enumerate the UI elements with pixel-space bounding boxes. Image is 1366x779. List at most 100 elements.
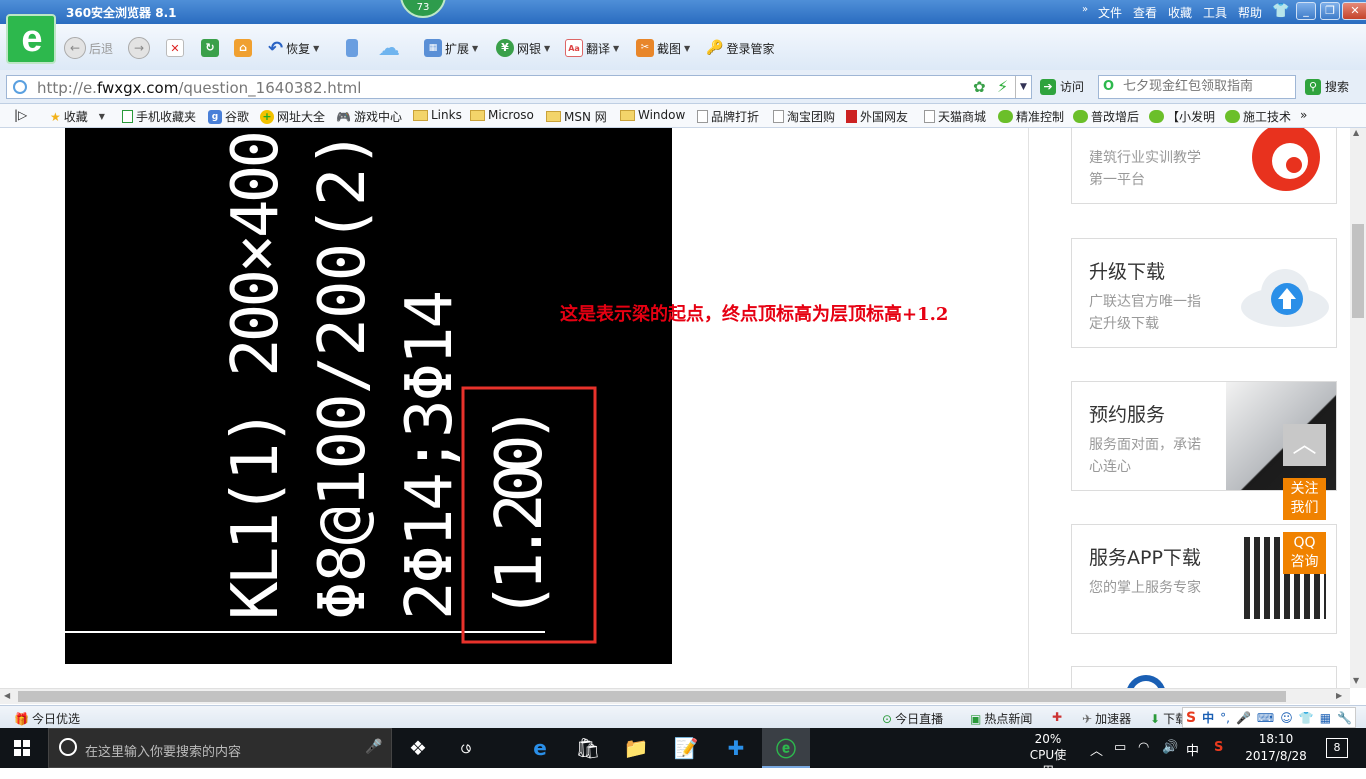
annotation-text: 这是表示梁的起点，终点顶标高为层顶标高+1.2 bbox=[560, 304, 949, 325]
translate-button[interactable]: Aa 翻译 ▼ bbox=[565, 38, 619, 58]
restore-button[interactable]: ↶ 恢复 ▼ bbox=[268, 38, 319, 59]
stop-button[interactable]: ✕ bbox=[166, 38, 184, 58]
double-chevron-icon[interactable]: » bbox=[1082, 4, 1088, 15]
search-button[interactable]: ⚲ 搜索 bbox=[1305, 78, 1349, 95]
clock[interactable]: 18:10 2017/8/28 bbox=[1240, 731, 1312, 765]
forward-button[interactable]: → bbox=[128, 37, 150, 59]
taskbar-search[interactable]: 在这里输入你要搜索的内容 🎤 bbox=[48, 728, 392, 768]
ime-toolbar[interactable]: S 中 °, 🎤 ⌨ ☺ 👕 ▦ 🔧 bbox=[1182, 707, 1356, 728]
battery-icon[interactable]: ▭ bbox=[1114, 740, 1126, 755]
search-input[interactable] bbox=[1123, 79, 1293, 94]
fav-item[interactable]: 普改增后 bbox=[1073, 108, 1139, 125]
score-badge[interactable]: 73 bbox=[400, 0, 446, 18]
hot-news[interactable]: ▣ 热点新闻 bbox=[970, 710, 1032, 727]
browser-taskbar-button[interactable]: ⓔ bbox=[762, 728, 810, 768]
fav-item[interactable]: Microso bbox=[470, 108, 534, 122]
address-bar[interactable]: http://e.fwxgx.com/question_1640382.html… bbox=[6, 75, 1032, 99]
app-button[interactable]: ✚ bbox=[712, 728, 760, 768]
vertical-scroll-thumb[interactable] bbox=[1352, 224, 1364, 318]
fav-item[interactable]: Links bbox=[413, 108, 462, 122]
menu-view[interactable]: 查看 bbox=[1133, 4, 1157, 21]
upgrade-download-card[interactable]: 升级下载 广联达官方唯一指定升级下载 bbox=[1071, 238, 1337, 348]
scroll-right-icon[interactable]: ▶ bbox=[1336, 691, 1342, 700]
accelerator[interactable]: ✈ 加速器 bbox=[1082, 710, 1131, 727]
lightning-icon[interactable]: ⚡ bbox=[997, 77, 1008, 96]
scroll-left-icon[interactable]: ◀ bbox=[4, 691, 10, 700]
microphone-icon[interactable]: 🎤 bbox=[365, 739, 382, 755]
fav-item[interactable]: + 网址大全 bbox=[260, 108, 325, 125]
qq-consult-button[interactable]: QQ咨询 bbox=[1283, 532, 1326, 574]
shirt-icon[interactable]: 👕 bbox=[1272, 3, 1289, 19]
fav-item[interactable]: 【小发明 bbox=[1149, 108, 1215, 125]
maximize-button[interactable]: ❐ bbox=[1320, 2, 1340, 20]
notifications-button[interactable]: 8 bbox=[1326, 738, 1348, 758]
today-picks[interactable]: 🎁 今日优选 bbox=[14, 710, 80, 727]
menu-favorites[interactable]: 收藏 bbox=[1168, 4, 1192, 21]
follow-us-button[interactable]: 关注我们 bbox=[1283, 478, 1326, 520]
chevron-up-icon[interactable]: ︿ bbox=[1090, 740, 1103, 759]
search-box[interactable]: O bbox=[1098, 75, 1296, 99]
fav-item[interactable]: 天猫商城 bbox=[924, 108, 986, 125]
fav-item[interactable]: 手机收藏夹 bbox=[122, 108, 196, 125]
cpu-meter[interactable]: 20% CPU使用 bbox=[1024, 731, 1072, 779]
key-icon: 🔑 bbox=[706, 40, 724, 56]
fav-item[interactable]: 外国网友 bbox=[846, 108, 908, 125]
phone-button[interactable] bbox=[346, 38, 358, 58]
sidebar-toggle-icon[interactable]: |▷ bbox=[14, 108, 27, 122]
start-button[interactable] bbox=[14, 740, 30, 756]
notes-button[interactable]: 📝 bbox=[662, 728, 710, 768]
login-manager-button[interactable]: 🔑 登录管家 bbox=[706, 38, 774, 58]
training-card[interactable]: 建筑行业实训教学第一平台 bbox=[1071, 128, 1337, 204]
fav-item[interactable]: g 谷歌 bbox=[208, 108, 249, 125]
go-button[interactable]: ➔ 访问 bbox=[1040, 78, 1084, 95]
ime-indicator[interactable]: 中 bbox=[1186, 740, 1199, 759]
app-icon[interactable]: ဖ bbox=[442, 728, 490, 768]
scroll-up-icon[interactable]: ▲ bbox=[1353, 128, 1359, 137]
medical-icon[interactable]: ✚ bbox=[1052, 710, 1062, 724]
back-button[interactable]: ← 后退 bbox=[64, 37, 113, 59]
edge-button[interactable]: e bbox=[516, 728, 564, 768]
cloud-button[interactable]: ☁ bbox=[378, 36, 400, 61]
close-button[interactable]: ✕ bbox=[1342, 2, 1366, 20]
menu-file[interactable]: 文件 bbox=[1098, 4, 1122, 21]
explorer-button[interactable]: 📁 bbox=[612, 728, 660, 768]
search-label: 搜索 bbox=[1325, 80, 1350, 94]
minimize-button[interactable]: _ bbox=[1296, 2, 1316, 20]
refresh-button[interactable]: ↻ bbox=[201, 38, 219, 58]
chevron-down-icon[interactable]: ▼ bbox=[1015, 76, 1031, 98]
fav-item[interactable]: 品牌打折 bbox=[697, 108, 759, 125]
fav-item[interactable]: 施工技术 bbox=[1225, 108, 1291, 125]
volume-icon[interactable]: 🔊 bbox=[1162, 740, 1178, 755]
screenshot-button[interactable]: ✂ 截图 ▼ bbox=[636, 38, 690, 58]
microphone-icon: 🎤 bbox=[1235, 710, 1251, 725]
home-button[interactable]: ⌂ bbox=[234, 38, 252, 58]
url-text[interactable]: http://e.fwxgx.com/question_1640382.html bbox=[37, 79, 361, 97]
fav-item[interactable]: 🎮 游戏中心 bbox=[336, 108, 402, 125]
vertical-scrollbar[interactable]: ▲ ▼ bbox=[1350, 128, 1366, 688]
back-to-top-button[interactable]: ︿ bbox=[1283, 424, 1326, 466]
extend-button[interactable]: ▦ 扩展 ▼ bbox=[424, 38, 478, 58]
wifi-icon[interactable]: ◠ bbox=[1138, 740, 1149, 755]
fav-item[interactable]: MSN 网 bbox=[546, 108, 607, 125]
card-title: 预约服务 bbox=[1089, 404, 1166, 426]
today-live[interactable]: ⊙ 今日直播 bbox=[882, 710, 943, 727]
favorites-menu[interactable]: ★ 收藏 ▼ bbox=[50, 108, 105, 125]
fav-item[interactable]: 精准控制 bbox=[998, 108, 1064, 125]
loading-icon[interactable]: ✿ bbox=[973, 78, 986, 96]
store-button[interactable]: 🛍 bbox=[564, 728, 612, 768]
horizontal-scrollbar[interactable]: ◀ ▶ bbox=[0, 688, 1350, 704]
bank-button[interactable]: ¥ 网银 ▼ bbox=[496, 38, 550, 58]
menu-help[interactable]: 帮助 bbox=[1238, 4, 1262, 21]
search-engine-icon[interactable]: O bbox=[1103, 79, 1114, 94]
page-icon bbox=[773, 110, 784, 123]
task-view-button[interactable]: ❖ bbox=[394, 728, 442, 768]
menu-tools[interactable]: 工具 bbox=[1203, 4, 1227, 21]
horizontal-scroll-thumb[interactable] bbox=[18, 691, 1286, 702]
fav-item[interactable]: Window bbox=[620, 108, 685, 122]
browser-logo[interactable]: e bbox=[6, 14, 56, 64]
partial-card[interactable] bbox=[1071, 666, 1337, 688]
scroll-down-icon[interactable]: ▼ bbox=[1353, 676, 1359, 685]
sogou-icon[interactable]: S bbox=[1214, 740, 1223, 755]
fav-item[interactable]: 淘宝团购 bbox=[773, 108, 835, 125]
more-chevron-icon[interactable]: » bbox=[1300, 108, 1307, 122]
